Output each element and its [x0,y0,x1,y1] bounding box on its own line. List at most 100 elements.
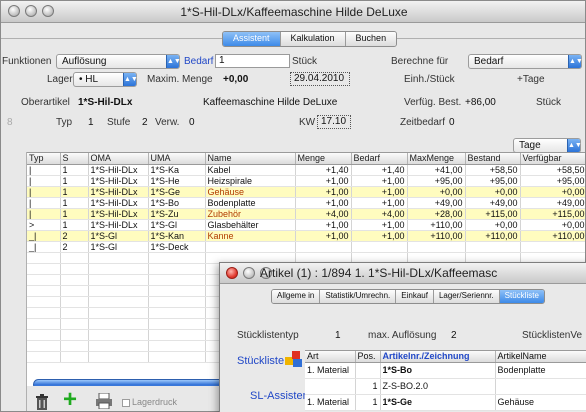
window-title: 1*S-Hil-DLx/Kaffeemaschine Hilde DeLuxe [180,5,408,19]
main-tabs: Assistent Kalkulation Buchen [222,31,398,47]
printer-icon[interactable] [96,393,112,409]
tab-lager[interactable]: Lager/Seriennr. [432,290,499,303]
tab-buchen[interactable]: Buchen [344,32,397,46]
cell-bestand: +0,00 [465,186,521,198]
cell-s: 1 [60,219,89,231]
col-uma[interactable]: UMA [148,153,206,165]
cell-s: 1 [60,186,89,198]
empty-cell [60,340,89,352]
cell-typ: _| [27,241,61,253]
cell-s: 1 [60,197,89,209]
table-row[interactable]: | 1 1*S-Hil-DLx 1*S-Bo Bodenplatte +1,00 +1,00… [27,197,585,209]
col-oma[interactable]: OMA [88,153,149,165]
tab-stueckliste[interactable]: Stückliste [498,290,544,303]
bom-row[interactable]: 1. Material 1 1*S-Ge Gehäuse [305,394,586,411]
date-field[interactable]: 29.04.2010 [290,72,350,86]
col-artikelname[interactable]: ArtikelName [495,351,586,363]
add-icon[interactable]: + [63,388,77,412]
col-name[interactable]: Name [205,153,296,165]
bom-cell-name: Bodenplatte [495,362,586,379]
empty-cell [88,274,149,286]
cell-bestand: +110,00 [465,230,521,242]
col-menge[interactable]: Menge [295,153,352,165]
cell-bedarf [351,241,408,253]
tab-statistik[interactable]: Statistik/Umrechn. [319,290,396,303]
funktionen-select[interactable]: Auflösung ▲▼ [56,54,181,69]
lager-select[interactable]: • HL ▲▼ [73,72,138,87]
tab-assistent[interactable]: Assistent [223,32,280,46]
cell-bestand: +0,00 [465,219,521,231]
cell-oma: 1*S-Hil-DLx [88,164,149,176]
table-row[interactable]: >1 1*S-Hil-DLx 1*S-Gl Glasbehälter +1,00 +1,0… [27,219,585,231]
table-row[interactable]: _| 2 1*S-Gl 1*S-Deck [27,241,585,253]
bom-cell-name [495,378,586,395]
col-verfuegbar[interactable]: Verfügbar [520,153,585,165]
table-row[interactable]: | 1 1*S-Hil-DLx 1*S-Ge Gehäuse +1,00 +1,00 +0,0… [27,186,585,198]
bom-cell-artnr: 1*S-Ge [380,394,496,411]
berechne-label: Berechne für [391,56,449,67]
table-row[interactable]: | 1 1*S-Hil-DLx 1*S-Zu Zubehör +4,00 +4,00 +28,… [27,208,585,220]
tab-kalkulation[interactable]: Kalkulation [279,32,345,46]
blocks-icon[interactable] [284,349,304,369]
cell-maxmenge: +95,00 [407,175,466,187]
kw-field[interactable]: 17.10 [317,115,351,129]
article-tabs: Allgeme in Statistik/Umrechn. Einkauf La… [271,289,545,304]
empty-cell [27,285,61,297]
empty-cell [27,274,61,286]
verw-value: 0 [189,117,195,128]
col-pos[interactable]: Pos. [355,351,381,363]
close-window-button[interactable] [226,267,238,279]
table-row[interactable]: | 1 1*S-Hil-DLx 1*S-Ka Kabel +1,40 +1,40 +41,00… [27,164,585,176]
cell-verf: +110,00 [520,230,585,242]
col-bestand[interactable]: Bestand [465,153,521,165]
cell-uma: 1*S-Ge [148,186,206,198]
cell-oma: 1*S-Gl [88,241,149,253]
bom-cell-pos: 1 [355,378,381,395]
col-artikelnr[interactable]: Artikelnr./Zeichnung [380,351,496,363]
bom-cell-artnr: 1*S-Bo [380,362,496,379]
empty-cell [27,329,61,341]
cell-verf: +58,50 [520,164,585,176]
bom-cell-art: 1. Material [305,394,356,411]
bom-row[interactable]: 1. Material 1*S-Bo Bodenplatte [305,362,586,379]
col-bedarf[interactable]: Bedarf [351,153,408,165]
tab-einkauf[interactable]: Einkauf [395,290,433,303]
empty-cell [60,296,89,308]
bom-table[interactable]: Art Pos. Artikelnr./Zeichnung ArtikelNam… [305,350,586,411]
oberartikel-label: Oberartikel [21,97,70,108]
empty-cell [27,307,61,319]
cell-verf: +49,00 [520,197,585,209]
cell-oma: 1*S-Gl [88,230,149,242]
bedarf-input[interactable]: 1 [215,54,290,68]
col-s[interactable]: S [60,153,89,165]
col-art[interactable]: Art [305,351,356,363]
empty-cell [27,296,61,308]
cell-bestand: +58,50 [465,164,521,176]
tab-allgemein[interactable]: Allgeme in [272,290,320,303]
stueckliste-link[interactable]: Stückliste [237,355,284,367]
lagerdruck-checkbox[interactable] [122,399,130,407]
minimize-window-button[interactable] [243,267,255,279]
cell-bedarf: +1,00 [351,175,408,187]
empty-cell [88,351,149,363]
period-select[interactable]: Tage ▲▼ [513,138,582,153]
verfueg-value: +86,00 [465,97,496,108]
empty-cell [88,263,149,275]
table-row[interactable]: | 1 1*S-Hil-DLx 1*S-He Heizspirale +1,00 +1,00… [27,175,585,187]
article-title-bar: Artikel (1) : 1/894 1. 1*S-Hil-DLx/Kaffe… [220,263,586,284]
col-maxmenge[interactable]: MaxMenge [407,153,466,165]
cell-maxmenge [407,241,466,253]
table-row[interactable]: _| 2 1*S-Gl 1*S-Kan Kanne +1,00 +1,00 +110,00 +1… [27,230,585,242]
empty-cell [60,274,89,286]
bom-row[interactable]: 1 Z-S-BO.2.0 [305,378,586,395]
stufe-label: Stufe [107,117,131,128]
row-marker: 8 [7,117,13,128]
berechne-select[interactable]: Bedarf ▲▼ [468,54,583,69]
col-typ[interactable]: Typ [27,153,61,165]
sl-assistent-link[interactable]: SL-Assistent [250,390,312,402]
empty-cell [60,329,89,341]
empty-cell [88,318,149,330]
cell-verf: +115,00 [520,208,585,220]
trash-icon[interactable] [35,394,49,410]
cell-oma: 1*S-Hil-DLx [88,175,149,187]
